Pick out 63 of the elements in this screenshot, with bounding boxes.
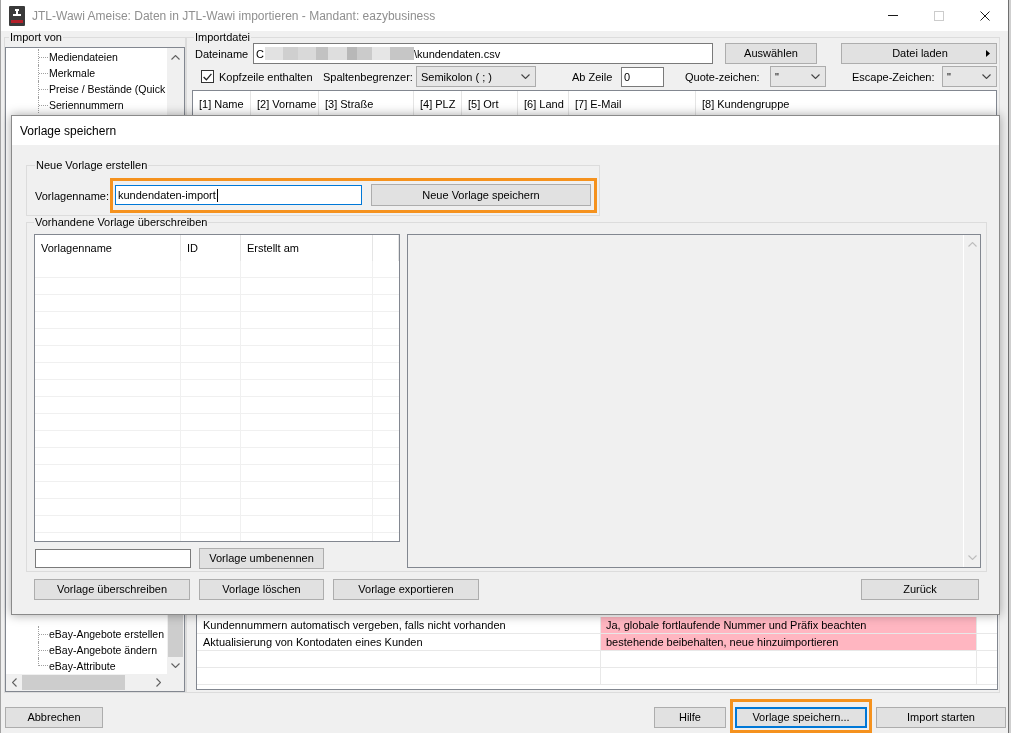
field-label: Quote-zeichen: — [685, 70, 761, 83]
save-template-button[interactable]: Vorlage speichern... — [735, 707, 867, 728]
start-import-button[interactable]: Import starten — [876, 707, 1006, 728]
triangle-right-icon — [986, 50, 990, 57]
chevron-down-icon — [521, 74, 530, 79]
tree-item[interactable]: eBay-Attribute — [38, 658, 116, 674]
chevron-up-icon — [967, 242, 977, 247]
field-label: Vorlagenname: — [35, 189, 110, 202]
tree-item[interactable]: eBay-Angebote erstellen — [38, 626, 164, 642]
table-cell: Ja, globale fortlaufende Nummer und Präfix beachten — [601, 617, 977, 633]
file-path-field[interactable]: C \kundendaten.csv — [253, 43, 713, 64]
window-title: JTL-Wawi Ameise: Daten in JTL-Wawi importieren - Mandant: eazybusiness — [32, 8, 437, 23]
help-button[interactable]: Hilfe — [654, 707, 726, 728]
table-cell: bestehende beibehalten, neue hinzuimportieren — [601, 634, 977, 650]
column-header[interactable]: [8] Kundengruppe — [696, 91, 996, 116]
chevron-right-icon — [156, 678, 161, 687]
tree-item[interactable]: eBay-Angebote ändern — [38, 642, 157, 658]
tree-item[interactable]: Preise / Bestände (Quick — [38, 81, 166, 97]
column-header[interactable]: Erstellt am — [241, 235, 373, 261]
load-file-button[interactable]: Datei laden — [841, 43, 997, 64]
chevron-down-icon — [811, 74, 820, 79]
horizontal-scrollbar[interactable] — [6, 674, 167, 691]
back-button[interactable]: Zurück — [861, 579, 979, 600]
chevron-left-icon — [12, 678, 17, 687]
save-new-template-button[interactable]: Neue Vorlage speichern — [371, 184, 591, 206]
column-header[interactable]: Vorlagenname — [35, 235, 181, 261]
rename-template-button[interactable]: Vorlage umbenennen — [199, 548, 324, 569]
scrollbar-thumb[interactable] — [22, 675, 125, 690]
chevron-down-icon — [982, 74, 991, 79]
logo-icon — [9, 5, 25, 26]
group-label: Importdatei — [194, 31, 252, 43]
delete-template-button[interactable]: Vorlage löschen — [199, 579, 324, 600]
choose-file-button[interactable]: Auswählen — [725, 43, 817, 64]
number-field[interactable]: 0 — [621, 66, 664, 87]
overwrite-template-button[interactable]: Vorlage überschreiben — [34, 579, 190, 600]
dialog-title: Vorlage speichern — [20, 123, 117, 138]
tree-item[interactable]: Mediendateien — [38, 49, 118, 65]
template-list[interactable]: Vorlagenname ID Erstellt am — [34, 234, 400, 542]
tree-item[interactable]: Seriennummern — [38, 97, 124, 113]
column-header[interactable]: ID — [181, 235, 241, 261]
checkbox[interactable] — [201, 70, 214, 83]
group-label: Neue Vorlage erstellen — [35, 159, 149, 171]
text-field[interactable]: kundendaten-import — [115, 185, 362, 205]
tree-item[interactable]: Merkmale — [38, 65, 96, 81]
field-label: Escape-Zeichen: — [852, 70, 936, 83]
close-icon[interactable] — [980, 10, 990, 21]
field-label: Spaltenbegrenzer: — [323, 70, 414, 83]
cancel-button[interactable]: Abbrechen — [5, 707, 103, 728]
field-label: Ab Zeile — [572, 70, 614, 83]
group-label: Vorhandene Vorlage überschreiben — [34, 216, 209, 228]
text-field[interactable] — [35, 549, 191, 568]
chevron-up-icon — [171, 55, 180, 60]
export-template-button[interactable]: Vorlage exportieren — [333, 579, 479, 600]
dropdown[interactable]: " — [770, 66, 826, 87]
dropdown[interactable]: Semikolon ( ; ) — [416, 66, 536, 87]
field-label: Dateiname — [195, 47, 250, 60]
chevron-down-icon — [967, 555, 977, 560]
check-icon — [203, 72, 212, 81]
checkbox-label: Kopfzeile enthalten — [219, 70, 314, 83]
minimize-icon[interactable] — [888, 15, 898, 16]
chevron-down-icon — [171, 663, 180, 668]
group-label: Import von — [9, 31, 63, 43]
dropdown[interactable]: " — [942, 66, 997, 87]
